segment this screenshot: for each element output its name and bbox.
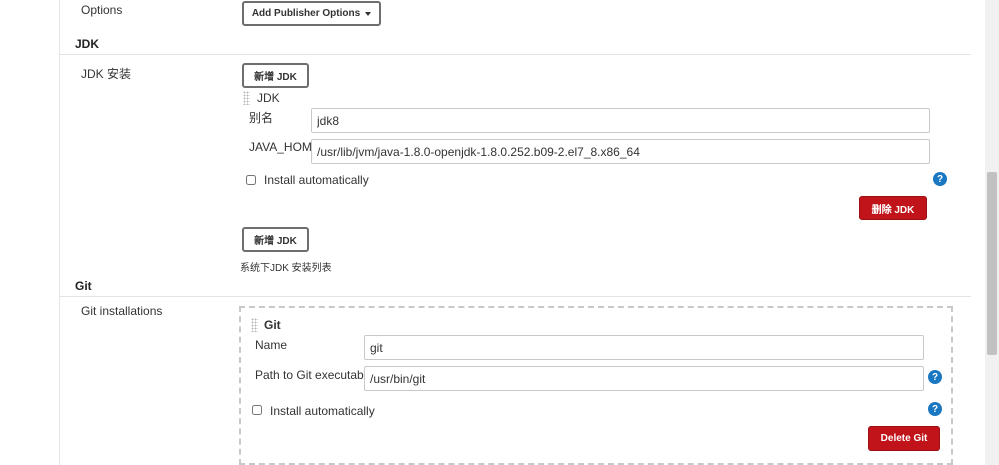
jdk-help-icon[interactable]: ? <box>933 172 947 186</box>
drag-handle-icon[interactable] <box>243 91 250 105</box>
jdk-install-auto-label: Install automatically <box>264 173 369 187</box>
git-divider <box>60 296 971 297</box>
git-item-title: Git <box>264 318 281 332</box>
jdk-install-auto-checkbox[interactable] <box>246 175 256 185</box>
scrollbar-thumb[interactable] <box>987 172 997 355</box>
jdk-alias-input[interactable] <box>311 108 930 133</box>
delete-jdk-button[interactable]: 删除 JDK <box>859 196 927 220</box>
publisher-options-label: Options <box>81 3 123 17</box>
git-path-help-icon[interactable]: ? <box>928 370 942 384</box>
add-publisher-options-button[interactable]: Add Publisher Options <box>242 1 381 26</box>
git-install-auto-checkbox[interactable] <box>252 405 262 415</box>
git-section-title: Git <box>75 279 92 293</box>
add-publisher-options-label: Add Publisher Options <box>251 8 361 19</box>
git-installations-label: Git installations <box>81 304 163 318</box>
git-help-icon[interactable]: ? <box>928 402 942 416</box>
add-jdk-button-bottom[interactable]: 新增 JDK <box>242 227 309 252</box>
drag-handle-icon[interactable] <box>251 318 258 332</box>
jdk-installation-label: JDK 安装 <box>81 67 132 81</box>
java-home-label: JAVA_HOME <box>249 140 320 154</box>
git-install-auto-label: Install automatically <box>270 404 375 418</box>
jdk-section-title: JDK <box>75 37 100 51</box>
jdk-item-title: JDK <box>257 91 280 105</box>
jdk-divider <box>60 54 971 55</box>
add-jdk-button[interactable]: 新增 JDK <box>242 63 309 88</box>
caret-down-icon <box>365 11 372 16</box>
delete-git-button[interactable]: Delete Git <box>868 426 940 451</box>
jdk-alias-label: 别名 <box>249 111 274 125</box>
git-path-input[interactable] <box>364 366 924 391</box>
git-name-label: Name <box>255 338 288 352</box>
java-home-input[interactable] <box>311 139 930 164</box>
jdk-list-caption: 系统下JDK 安装列表 <box>240 263 332 274</box>
git-path-label: Path to Git executable <box>255 368 374 382</box>
left-gutter <box>0 0 60 465</box>
git-name-input[interactable] <box>364 335 924 360</box>
